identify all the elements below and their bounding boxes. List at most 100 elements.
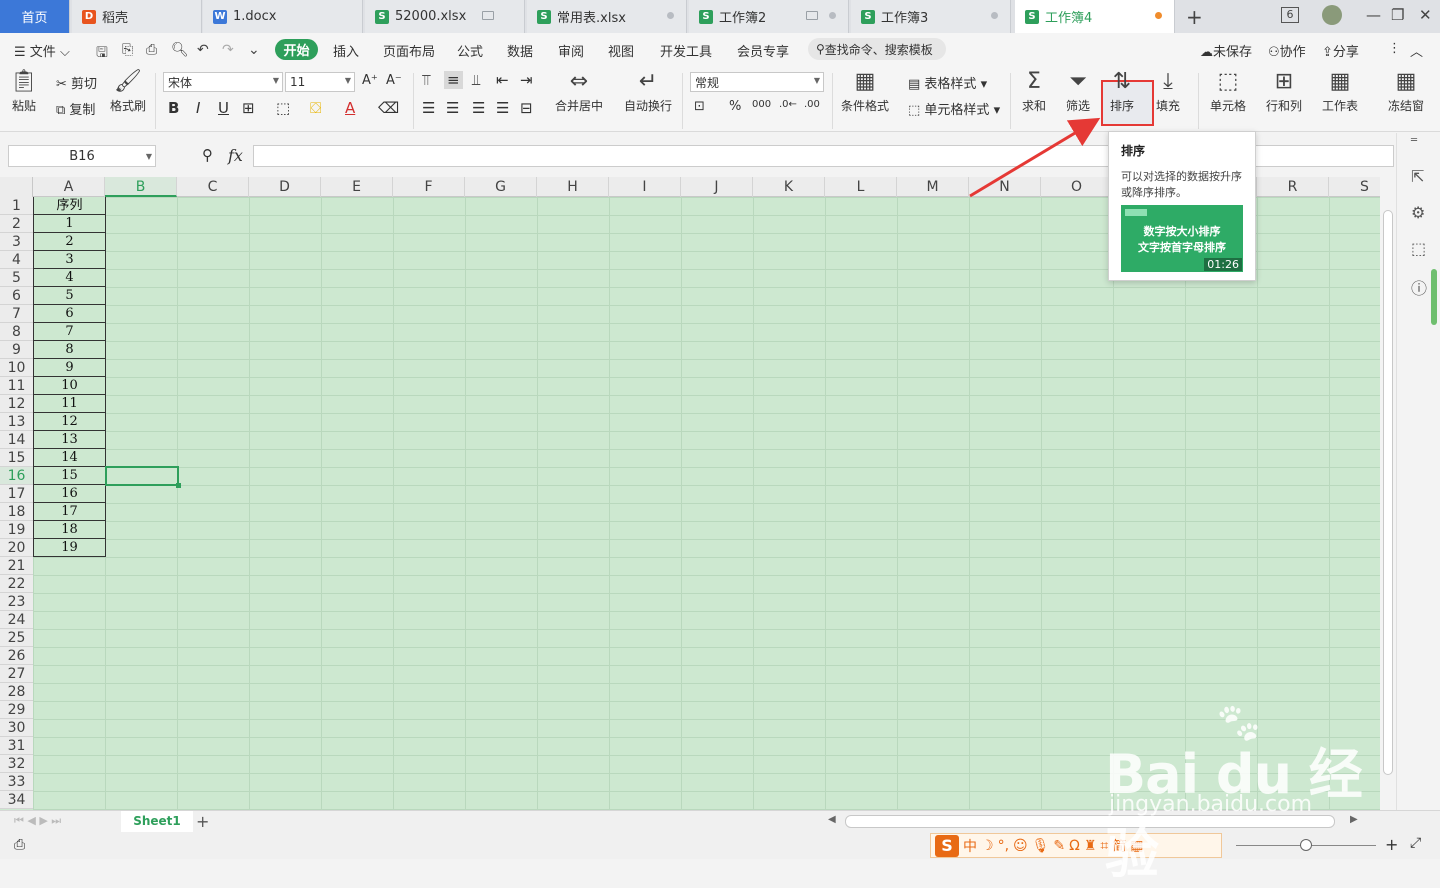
file-menu[interactable]: ☰ 文件 ⌵ [14,41,70,60]
tab-workbook3[interactable]: S 工作簿3 [851,0,1011,33]
row-header-6[interactable]: 6 [0,287,33,305]
row-header-2[interactable]: 2 [0,215,33,233]
cell-a12[interactable]: 11 [33,395,106,413]
font-grow-icon[interactable]: A⁺ [362,73,378,88]
cell-a15[interactable]: 14 [33,449,106,467]
distribute-icon[interactable]: ⊟ [520,99,533,117]
cut-button[interactable]: ✂ 剪切 [56,73,97,92]
cell-a5[interactable]: 4 [33,269,106,287]
column-header-b[interactable]: B [105,177,177,197]
tab-home[interactable]: 首页 [0,0,70,33]
decimal-increase-icon[interactable]: .0← [779,99,797,110]
zoom-in-icon[interactable]: + [1385,835,1398,854]
menu-review[interactable]: 审阅 [558,41,584,60]
export-icon[interactable]: ⎘ [122,42,133,58]
font-size-select[interactable]: 11 ▼ [285,72,355,92]
cell-button[interactable]: ⬚ 单元格 [1210,69,1246,114]
row-header-29[interactable]: 29 [0,701,33,719]
column-header-g[interactable]: G [465,177,537,197]
row-header-27[interactable]: 27 [0,665,33,683]
cell-a6[interactable]: 5 [33,287,106,305]
align-left-icon[interactable]: ☰ [422,99,435,117]
cell-a1[interactable]: 序列 [33,197,106,215]
sort-button[interactable]: ⇅ 排序 [1110,69,1134,114]
decimal-decrease-icon[interactable]: .00 [804,99,820,110]
scroll-left-icon[interactable]: ◀ [828,814,836,825]
row-header-4[interactable]: 4 [0,251,33,269]
column-header-j[interactable]: J [681,177,753,197]
font-shrink-icon[interactable]: A⁻ [386,73,402,88]
copy-button[interactable]: ⧉ 复制 [56,99,95,118]
tab-workbook4[interactable]: S 工作簿4 [1015,0,1175,33]
cell-style-button[interactable]: ⬚ 单元格样式 ▾ [908,99,1000,118]
row-header-12[interactable]: 12 [0,395,33,413]
row-header-1[interactable]: 1 [0,197,33,215]
row-header-19[interactable]: 19 [0,521,33,539]
worksheet-button[interactable]: ▦ 工作表 [1322,69,1358,114]
wrap-text-button[interactable]: ↵ 自动换行 [624,69,672,114]
cell-a9[interactable]: 8 [33,341,106,359]
close-button[interactable]: ✕ [1419,6,1432,24]
collapse-ribbon-icon[interactable]: ︿ [1410,41,1423,60]
font-color-icon[interactable]: A [345,99,355,117]
column-header-c[interactable]: C [177,177,249,197]
fullscreen-icon[interactable]: ⤢ [1410,835,1421,851]
column-header-f[interactable]: F [393,177,465,197]
cell-a2[interactable]: 1 [33,215,106,233]
sum-button[interactable]: Σ 求和 [1022,69,1046,114]
column-header-o[interactable]: O [1041,177,1113,197]
row-col-button[interactable]: ⊞ 行和列 [1266,69,1302,114]
redo-icon[interactable]: ↷ [222,42,234,58]
menu-data[interactable]: 数据 [507,41,533,60]
filter-button[interactable]: ⏷ 筛选 [1066,69,1090,114]
cell-a3[interactable]: 2 [33,233,106,251]
help-icon[interactable]: ⓘ [1411,275,1427,299]
menu-insert[interactable]: 插入 [333,41,359,60]
cell-a16[interactable]: 15 [33,467,106,485]
align-bottom-icon[interactable]: ⫫ [472,71,480,89]
fx-icon[interactable]: fx [228,146,243,165]
customize-icon[interactable]: ⌄ [248,42,260,58]
conditional-format-button[interactable]: ▦ 条件格式 [841,69,889,114]
tab-close-dot[interactable] [991,12,998,19]
eraser-icon[interactable]: ⌫ [378,99,399,117]
print-icon[interactable]: ⎙ [146,42,157,58]
column-header-m[interactable]: M [897,177,969,197]
avatar[interactable] [1322,5,1342,25]
align-top-icon[interactable]: ⫪ [422,71,430,89]
pointer-icon[interactable]: ⇱ [1411,167,1424,186]
cell-a7[interactable]: 6 [33,305,106,323]
share-button[interactable]: ⇪分享 [1322,41,1359,60]
row-header-30[interactable]: 30 [0,719,33,737]
tab-52000[interactable]: S 52000.xlsx [365,0,525,33]
cell-a11[interactable]: 10 [33,377,106,395]
cell-a4[interactable]: 3 [33,251,106,269]
row-header-5[interactable]: 5 [0,269,33,287]
sheet-nav-icons[interactable]: ⏮ ◀ ▶ ⏭ [14,814,61,828]
column-header-r[interactable]: R [1257,177,1329,197]
select-all-corner[interactable] [0,177,33,197]
tab-close-dot[interactable] [667,12,674,19]
row-header-28[interactable]: 28 [0,683,33,701]
column-header-s[interactable]: S [1329,177,1380,197]
row-header-3[interactable]: 3 [0,233,33,251]
row-header-16[interactable]: 16 [0,467,33,485]
menu-page-layout[interactable]: 页面布局 [383,41,435,60]
freeze-button[interactable]: ▦ 冻结窗 [1388,69,1424,114]
fill-color-icon[interactable]: ⛋ [310,99,321,117]
row-header-10[interactable]: 10 [0,359,33,377]
name-box[interactable]: B16 ▼ [8,145,156,167]
align-center-icon[interactable]: ☰ [446,99,459,117]
format-painter-button[interactable]: 🖌︎ 格式刷 [110,69,146,114]
column-header-h[interactable]: H [537,177,609,197]
italic-icon[interactable]: I [196,99,200,117]
menu-start[interactable]: 开始 [275,39,318,60]
maximize-button[interactable]: ❐ [1391,6,1404,24]
macro-icon[interactable]: ⎙ [14,837,25,853]
menu-vip[interactable]: 会员专享 [737,41,789,60]
row-header-14[interactable]: 14 [0,431,33,449]
thousands-icon[interactable]: 000 [752,99,771,110]
tab-docer[interactable]: D 稻壳 [72,0,202,33]
selected-cell[interactable] [105,466,181,488]
align-right-icon[interactable]: ☰ [472,99,485,117]
